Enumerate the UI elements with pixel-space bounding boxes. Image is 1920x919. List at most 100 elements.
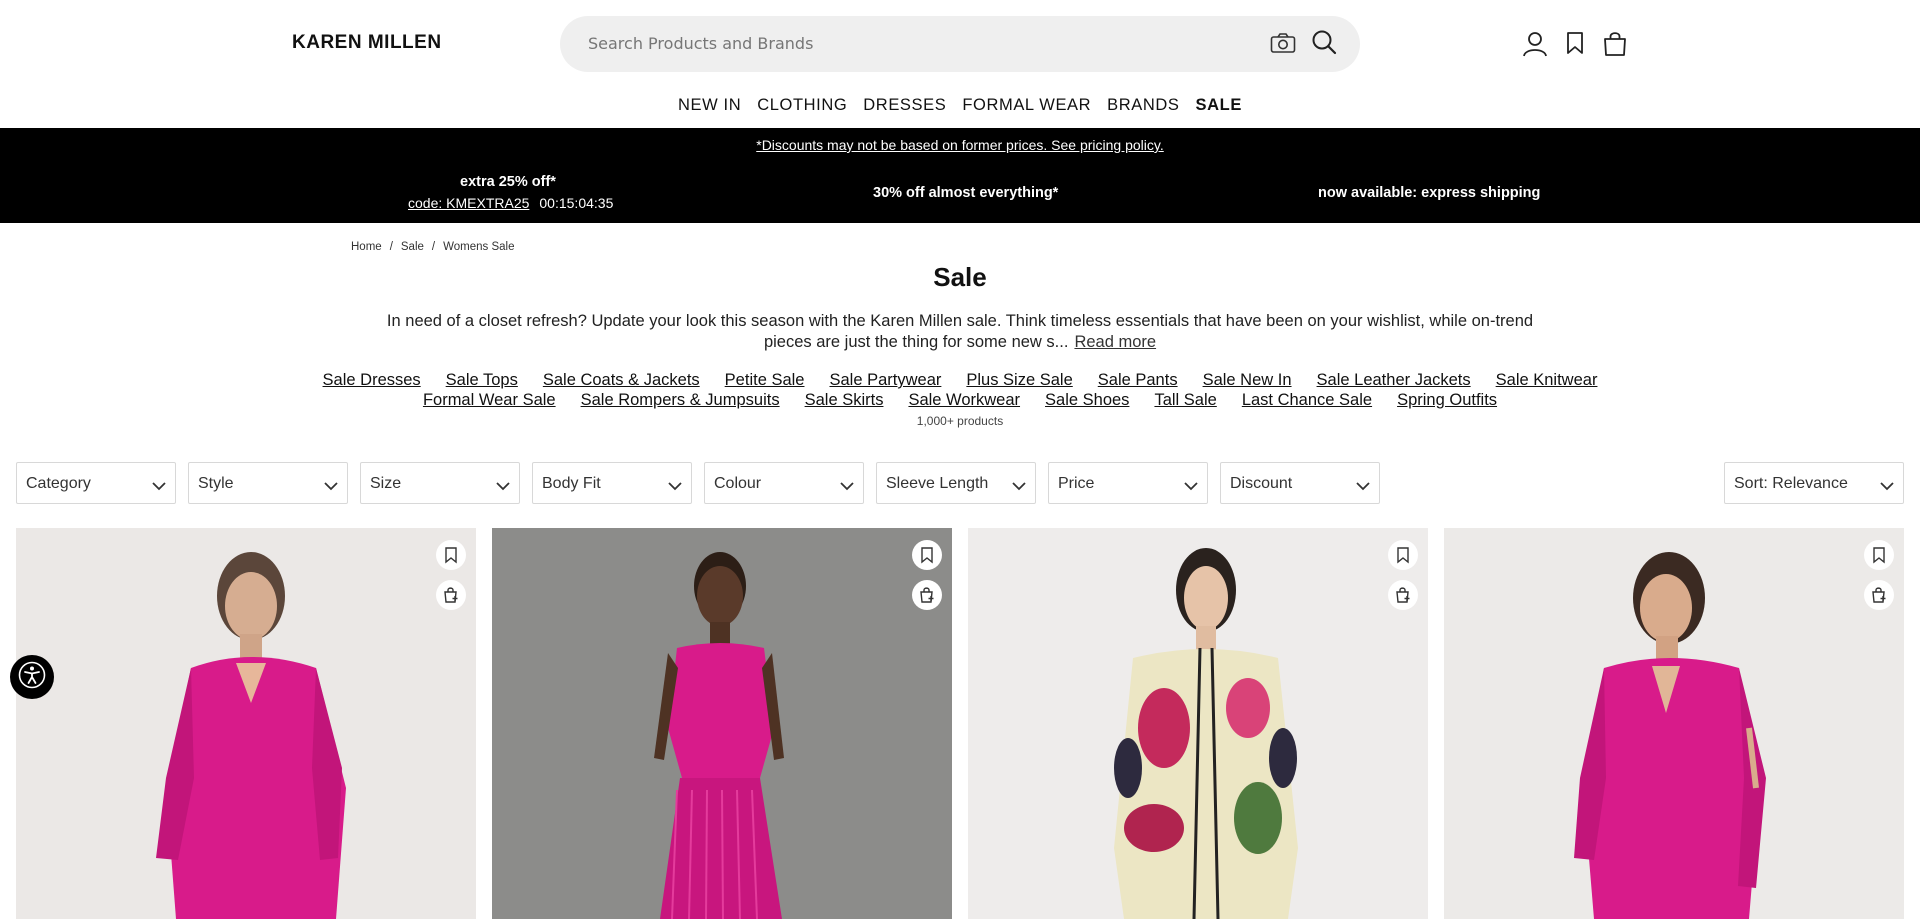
wishlist-icon[interactable] <box>1564 30 1586 60</box>
quick-add-button[interactable] <box>436 580 466 610</box>
promo-offer-shipping[interactable]: now available: express shipping <box>1318 185 1540 201</box>
breadcrumb: Home / Sale / Womens Sale <box>351 241 515 253</box>
category-link[interactable]: Petite Sale <box>725 371 805 390</box>
main-nav: NEW IN CLOTHING DRESSES FORMAL WEAR BRAN… <box>0 96 1920 120</box>
sort-select[interactable]: Sort: Relevance <box>1724 462 1904 504</box>
breadcrumb-separator: / <box>389 241 393 253</box>
camera-icon[interactable] <box>1270 32 1296 58</box>
category-link[interactable]: Sale Leather Jackets <box>1317 371 1471 390</box>
filter-label: Price <box>1058 475 1095 492</box>
chevron-down-icon <box>1183 477 1199 496</box>
filter-style[interactable]: Style <box>188 462 348 504</box>
category-link[interactable]: Sale Coats & Jackets <box>543 371 700 390</box>
wishlist-button[interactable] <box>436 540 466 570</box>
category-links-row2: Formal Wear Sale Sale Rompers & Jumpsuit… <box>340 391 1580 410</box>
product-image[interactable] <box>968 528 1428 919</box>
breadcrumb-home[interactable]: Home <box>351 241 382 253</box>
wishlist-button[interactable] <box>1864 540 1894 570</box>
breadcrumb-separator: / <box>431 241 436 253</box>
product-image[interactable] <box>492 528 952 919</box>
filter-label: Discount <box>1230 475 1293 492</box>
filter-category[interactable]: Category <box>16 462 176 504</box>
category-link[interactable]: Sale Dresses <box>323 371 421 390</box>
nav-new-in[interactable]: NEW IN <box>678 96 741 120</box>
category-links-row1: Sale Dresses Sale Tops Sale Coats & Jack… <box>323 371 1598 390</box>
category-link[interactable]: Sale Workwear <box>908 391 1020 410</box>
search-bar[interactable]: Search Products and Brands <box>560 16 1360 72</box>
chevron-down-icon <box>1011 477 1027 496</box>
product-card[interactable] <box>16 528 476 919</box>
category-link[interactable]: Sale Skirts <box>805 391 884 410</box>
nav-clothing[interactable]: CLOTHING <box>757 96 847 120</box>
promo-bar: *Discounts may not be based on former pr… <box>0 128 1920 223</box>
search-icon[interactable] <box>1310 28 1338 60</box>
filter-size[interactable]: Size <box>360 462 520 504</box>
chevron-down-icon <box>323 477 339 496</box>
filter-label: Sleeve Length <box>886 475 989 492</box>
category-link[interactable]: Plus Size Sale <box>966 371 1072 390</box>
nav-formal-wear[interactable]: FORMAL WEAR <box>962 96 1091 120</box>
page-title: Sale <box>933 262 987 292</box>
product-count: 1,000+ products <box>916 414 1004 428</box>
nav-sale[interactable]: SALE <box>1196 96 1242 120</box>
chevron-down-icon <box>495 477 511 496</box>
product-card[interactable] <box>968 528 1428 919</box>
wishlist-button[interactable] <box>912 540 942 570</box>
filter-colour[interactable]: Colour <box>704 462 864 504</box>
filter-discount[interactable]: Discount <box>1220 462 1380 504</box>
category-link[interactable]: Tall Sale <box>1154 391 1216 410</box>
chevron-down-icon <box>151 477 167 496</box>
category-link[interactable]: Sale Shoes <box>1045 391 1129 410</box>
sort-label: Sort: Relevance <box>1734 475 1848 492</box>
category-link[interactable]: Spring Outfits <box>1397 391 1497 410</box>
chevron-down-icon <box>1879 477 1895 496</box>
filter-sleeve-length[interactable]: Sleeve Length <box>876 462 1036 504</box>
category-link[interactable]: Sale New In <box>1203 371 1292 390</box>
quick-add-button[interactable] <box>912 580 942 610</box>
chevron-down-icon <box>667 477 683 496</box>
nav-brands[interactable]: BRANDS <box>1107 96 1179 120</box>
chevron-down-icon <box>839 477 855 496</box>
breadcrumb-sale[interactable]: Sale <box>401 241 424 253</box>
account-icon[interactable] <box>1522 30 1548 62</box>
bag-icon[interactable] <box>1602 30 1628 62</box>
promo-extra-offer: extra 25% off* code: KMEXTRA25 00:15:04:3… <box>408 174 613 211</box>
read-more-link[interactable]: Read more <box>1074 333 1156 351</box>
category-link[interactable]: Sale Tops <box>446 371 518 390</box>
product-image[interactable] <box>16 528 476 919</box>
category-link[interactable]: Formal Wear Sale <box>423 391 556 410</box>
category-link[interactable]: Sale Pants <box>1098 371 1178 390</box>
chevron-down-icon <box>1355 477 1371 496</box>
filter-label: Body Fit <box>542 475 601 492</box>
quick-add-button[interactable] <box>1388 580 1418 610</box>
brand-logo[interactable]: KAREN MILLEN <box>292 32 442 54</box>
search-input[interactable]: Search Products and Brands <box>588 34 813 53</box>
nav-dresses[interactable]: DRESSES <box>863 96 946 120</box>
filter-label: Style <box>198 475 234 492</box>
site-header: KAREN MILLEN Search Products and Brands <box>0 0 1920 88</box>
category-link[interactable]: Sale Knitwear <box>1496 371 1598 390</box>
filter-label: Size <box>370 475 402 492</box>
filter-label: Colour <box>714 475 762 492</box>
promo-code-link[interactable]: code: KMEXTRA25 <box>408 195 529 211</box>
product-image[interactable] <box>1444 528 1904 919</box>
category-link[interactable]: Last Chance Sale <box>1242 391 1372 410</box>
pricing-disclaimer-link[interactable]: *Discounts may not be based on former pr… <box>0 137 1920 153</box>
promo-offer-title: extra 25% off* <box>460 174 556 190</box>
product-card[interactable] <box>1444 528 1904 919</box>
filter-body-fit[interactable]: Body Fit <box>532 462 692 504</box>
category-link[interactable]: Sale Rompers & Jumpsuits <box>581 391 780 410</box>
category-link[interactable]: Sale Partywear <box>829 371 941 390</box>
filter-label: Category <box>26 475 91 492</box>
quick-add-button[interactable] <box>1864 580 1894 610</box>
intro-text: In need of a closet refresh? Update your… <box>386 312 1534 351</box>
accessibility-icon <box>18 661 46 693</box>
breadcrumb-womens-sale: Womens Sale <box>443 241 515 253</box>
wishlist-button[interactable] <box>1388 540 1418 570</box>
filter-price[interactable]: Price <box>1048 462 1208 504</box>
product-card[interactable] <box>492 528 952 919</box>
promo-countdown: 00:15:04:35 <box>539 195 614 211</box>
page-intro: In need of a closet refresh? Update your… <box>370 311 1550 353</box>
promo-offer-sale[interactable]: 30% off almost everything* <box>873 185 1058 201</box>
accessibility-button[interactable] <box>10 655 54 699</box>
